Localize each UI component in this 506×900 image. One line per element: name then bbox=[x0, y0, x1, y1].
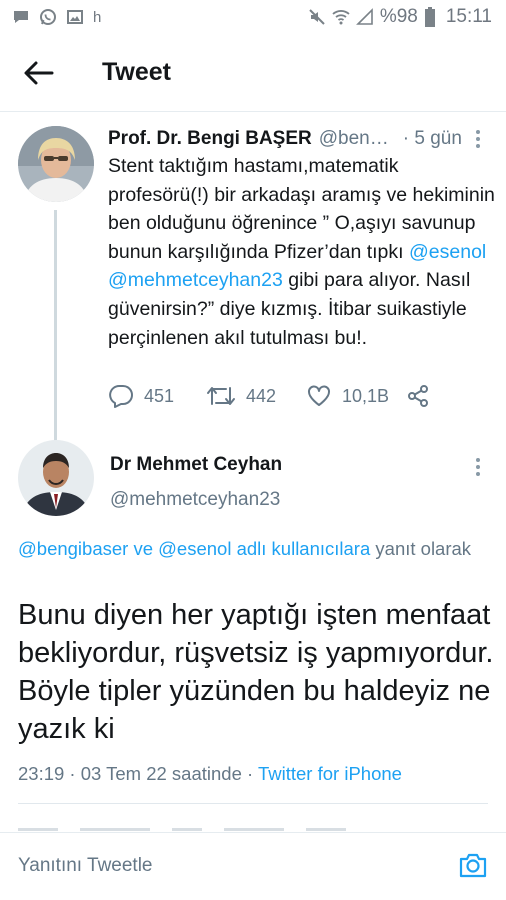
mute-icon bbox=[309, 9, 325, 25]
retweet-icon bbox=[207, 387, 235, 405]
status-bar-left: h bbox=[12, 8, 101, 26]
avatar-image bbox=[18, 126, 94, 202]
author-handle[interactable]: @ben… bbox=[319, 128, 389, 150]
tweet-text: Stent taktığım hastamı,matematik profesö… bbox=[108, 152, 498, 352]
status-bar: h %98 15:11 bbox=[0, 0, 506, 34]
tweet-time: · 5 gün bbox=[402, 128, 462, 149]
retweet-action[interactable]: 442 bbox=[206, 384, 276, 408]
like-action[interactable]: 10,1B bbox=[306, 384, 389, 408]
status-bar-right: %98 15:11 bbox=[308, 6, 492, 28]
like-count: 10,1B bbox=[342, 385, 390, 406]
page-title: Tweet bbox=[102, 58, 171, 86]
source-app-link[interactable]: Twitter for iPhone bbox=[258, 763, 402, 784]
chat-icon bbox=[14, 11, 28, 23]
tweet-text: Bunu diyen her yaptığı işten menfaat bek… bbox=[18, 599, 494, 745]
reply-icon bbox=[109, 385, 133, 408]
share-icon bbox=[408, 385, 428, 407]
battery-percent: %98 bbox=[379, 6, 418, 27]
reply-count: 451 bbox=[144, 385, 175, 406]
author-name[interactable]: Prof. Dr. Bengi BAŞER bbox=[108, 128, 312, 150]
tweet-meta: 23:19 · 03 Tem 22 saatinde · Twitter for… bbox=[18, 763, 402, 785]
retweet-count: 442 bbox=[246, 385, 277, 406]
reply-to-suffix: yanıt olarak bbox=[370, 538, 472, 559]
divider bbox=[18, 803, 488, 804]
back-arrow-icon[interactable] bbox=[22, 58, 54, 88]
app-bar: Tweet bbox=[0, 34, 506, 112]
author-handle[interactable]: @mehmetceyhan23 bbox=[110, 489, 280, 511]
status-time: 15:11 bbox=[445, 6, 492, 27]
avatar[interactable] bbox=[18, 440, 94, 516]
author-name[interactable]: Dr Mehmet Ceyhan bbox=[110, 454, 282, 476]
mention-link[interactable]: @mehmetceyhan23 bbox=[108, 269, 283, 291]
avatar-image bbox=[18, 440, 94, 516]
avatar[interactable] bbox=[18, 126, 94, 202]
heart-icon bbox=[308, 385, 330, 406]
gallery-icon bbox=[67, 10, 83, 24]
reply-context: @bengibaser ve @esenol adlı kullanıcılar… bbox=[18, 536, 488, 562]
tweet-actions: 451 442 10,1B bbox=[108, 384, 488, 414]
camera-icon[interactable] bbox=[458, 851, 488, 879]
battery-icon bbox=[424, 7, 435, 27]
status-left-text: h bbox=[93, 8, 102, 26]
more-options-icon[interactable] bbox=[474, 128, 482, 150]
more-options-icon[interactable] bbox=[474, 456, 482, 478]
reply-to-mentions[interactable]: @bengibaser ve @esenol adlı kullanıcılar… bbox=[18, 538, 370, 559]
reply-input[interactable]: Yanıtını Tweetle bbox=[18, 855, 153, 877]
thread-line bbox=[54, 210, 57, 442]
reply-bar: Yanıtını Tweetle bbox=[0, 832, 506, 900]
tweet-timestamp: 23:19 · 03 Tem 22 saatinde · bbox=[18, 763, 258, 784]
tweet-header: Prof. Dr. Bengi BAŞER @ben… · 5 gün bbox=[108, 128, 483, 150]
mention-link[interactable]: @esenol bbox=[409, 241, 486, 263]
wifi-icon bbox=[332, 10, 350, 25]
whatsapp-icon bbox=[40, 9, 56, 25]
share-action[interactable] bbox=[406, 384, 430, 408]
reply-action[interactable]: 451 bbox=[108, 384, 174, 408]
signal-icon bbox=[355, 8, 373, 25]
